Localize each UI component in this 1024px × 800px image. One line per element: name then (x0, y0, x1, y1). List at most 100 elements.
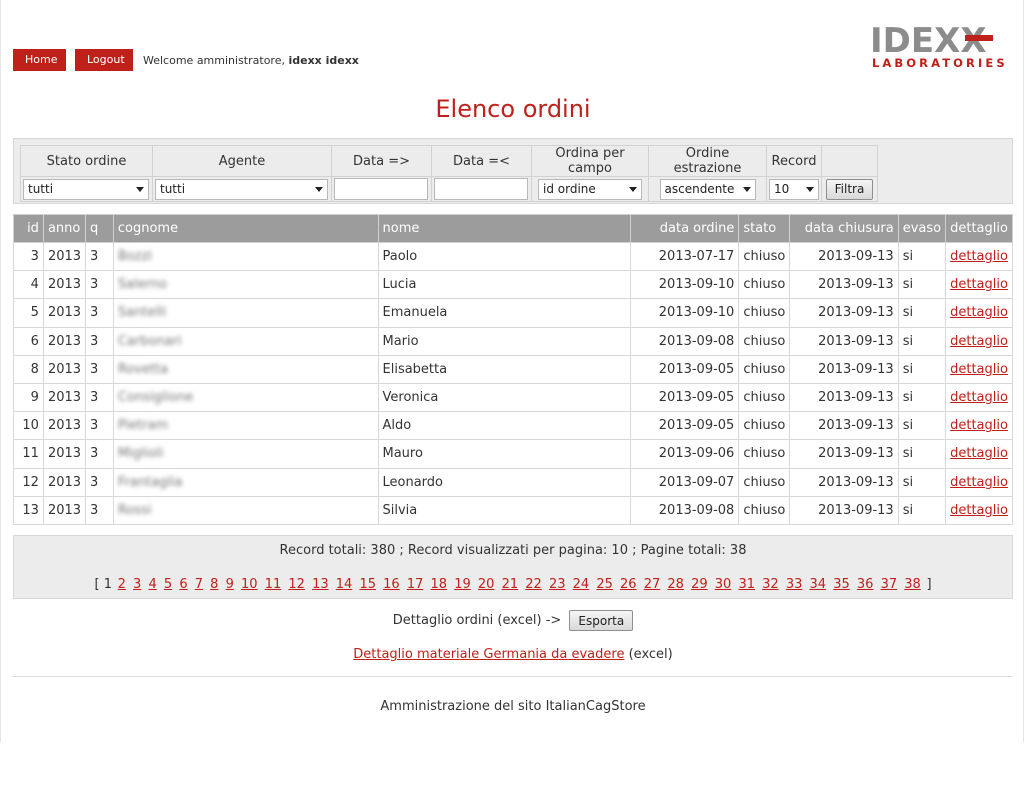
page-link[interactable]: 23 (549, 577, 566, 592)
dettaglio-link[interactable]: dettaglio (950, 446, 1008, 461)
ordina-per-campo-select[interactable]: id ordine (538, 178, 642, 200)
page-link[interactable]: 31 (738, 577, 755, 592)
page-link[interactable]: 12 (288, 577, 305, 592)
cognome-redacted: Rovetta (117, 361, 169, 377)
data-chiusura-value: 2013-09-13 (818, 502, 894, 518)
cell-id: 8 (13, 354, 44, 384)
page-link[interactable]: 19 (454, 577, 471, 592)
cell-q: 3 (85, 411, 114, 441)
page-link[interactable]: 38 (904, 577, 921, 592)
dettaglio-link[interactable]: dettaglio (950, 334, 1008, 349)
page-link[interactable]: 29 (691, 577, 708, 592)
dettaglio-link[interactable]: dettaglio (950, 277, 1008, 292)
page-link[interactable]: 35 (833, 577, 850, 592)
page-link[interactable]: 24 (573, 577, 590, 592)
dettaglio-link[interactable]: dettaglio (950, 418, 1008, 433)
cell-id: 3 (13, 241, 44, 272)
dettaglio-link[interactable]: dettaglio (950, 249, 1008, 264)
anno-value: 2013 (47, 502, 82, 518)
id-value: 12 (22, 474, 39, 490)
col-id: id (13, 214, 44, 243)
table-row: 5 2013 3 Santelli Emanuela 2013-09-10 chiuso 20… (13, 298, 1013, 328)
ordina-value: id ordine (543, 182, 596, 196)
cell-q: 3 (85, 495, 114, 525)
page-link[interactable]: 28 (667, 577, 684, 592)
home-button[interactable]: Home (13, 49, 66, 71)
filter-header-ordine: Ordine estrazione (648, 145, 767, 177)
page-link[interactable]: 9 (226, 577, 234, 592)
footer-text: Amministrazione del sito ItalianCagStore (380, 699, 646, 714)
data-ordine-value: 2013-09-10 (658, 305, 735, 321)
cell-cognome: Consiglione (112, 382, 379, 413)
page-link[interactable]: 6 (179, 577, 187, 592)
ordine-value: ascendente (664, 182, 735, 196)
table-row: 8 2013 3 Rovetta Elisabetta 2013-09-05 chiuso 2… (13, 354, 1013, 384)
page-link[interactable]: 11 (265, 577, 282, 592)
data-from-input[interactable] (334, 178, 428, 200)
page-link[interactable]: 22 (525, 577, 542, 592)
cell-evaso: si (897, 439, 947, 469)
page-link[interactable]: 8 (210, 577, 218, 592)
filter-cell-data-from (331, 176, 432, 202)
page-link[interactable]: 34 (810, 577, 827, 592)
page-link[interactable]: 16 (383, 577, 400, 592)
cell-q: 3 (85, 270, 114, 300)
idexx-logo: IDEXX LABORATORIES (870, 24, 1014, 72)
page-link[interactable]: 33 (786, 577, 803, 592)
page-link[interactable]: 2 (118, 577, 126, 592)
dettaglio-link[interactable]: dettaglio (950, 503, 1008, 518)
cell-data-ordine: 2013-09-06 (630, 439, 740, 469)
dettaglio-link[interactable]: dettaglio (950, 362, 1008, 377)
data-to-input[interactable] (434, 178, 528, 200)
cell-dettaglio: dettaglio (945, 382, 1013, 413)
page-link[interactable]: 27 (644, 577, 661, 592)
record-select[interactable]: 10 (769, 178, 819, 200)
cell-stato: chiuso (738, 241, 791, 272)
page-link[interactable]: 10 (241, 577, 258, 592)
page-link[interactable]: 5 (164, 577, 172, 592)
page-link[interactable]: 7 (195, 577, 203, 592)
cell-anno: 2013 (42, 270, 87, 300)
logout-button[interactable]: Logout (75, 49, 133, 71)
cell-anno: 2013 (42, 467, 87, 497)
nome-value: Mauro (382, 446, 423, 462)
filter-header-record: Record (766, 145, 822, 177)
page-link[interactable]: 13 (312, 577, 329, 592)
page-link[interactable]: 3 (133, 577, 141, 592)
pager-open-bracket: [ (94, 577, 100, 592)
q-value: 3 (90, 305, 99, 321)
esporta-button[interactable]: Esporta (569, 610, 634, 631)
cell-stato: chiuso (738, 495, 791, 525)
stato-ordine-value: tutti (28, 182, 54, 196)
stato-value: chiuso (743, 249, 786, 265)
page-link[interactable]: 14 (336, 577, 353, 592)
filtra-button[interactable]: Filtra (825, 178, 874, 200)
q-value: 3 (90, 390, 99, 406)
cognome-redacted: Bozzi (117, 249, 153, 265)
germania-link[interactable]: Dettaglio materiale Germania da evadere (353, 647, 624, 662)
cell-data-chiusura: 2013-09-13 (789, 298, 899, 328)
germania-row: Dettaglio materiale Germania da evadere … (1, 647, 1024, 662)
page-link[interactable]: 26 (620, 577, 637, 592)
ordine-estrazione-select[interactable]: ascendente (659, 178, 756, 200)
page-link[interactable]: 15 (359, 577, 376, 592)
filter-header-action (821, 145, 878, 177)
dettaglio-link[interactable]: dettaglio (950, 390, 1008, 405)
dettaglio-link[interactable]: dettaglio (950, 475, 1008, 490)
cell-evaso: si (897, 326, 947, 356)
page-link[interactable]: 20 (478, 577, 495, 592)
page-link[interactable]: 37 (881, 577, 898, 592)
page-link[interactable]: 17 (407, 577, 424, 592)
dettaglio-link[interactable]: dettaglio (950, 305, 1008, 320)
page-link[interactable]: 25 (596, 577, 613, 592)
page-link[interactable]: 18 (431, 577, 448, 592)
page-link[interactable]: 32 (762, 577, 779, 592)
q-value: 3 (90, 502, 99, 518)
page-link[interactable]: 4 (148, 577, 156, 592)
page-link[interactable]: 30 (715, 577, 732, 592)
stato-ordine-select[interactable]: tutti (23, 178, 149, 200)
cell-id: 5 (13, 298, 44, 328)
agente-select[interactable]: tutti (155, 178, 328, 200)
page-link[interactable]: 21 (502, 577, 519, 592)
page-link[interactable]: 36 (857, 577, 874, 592)
